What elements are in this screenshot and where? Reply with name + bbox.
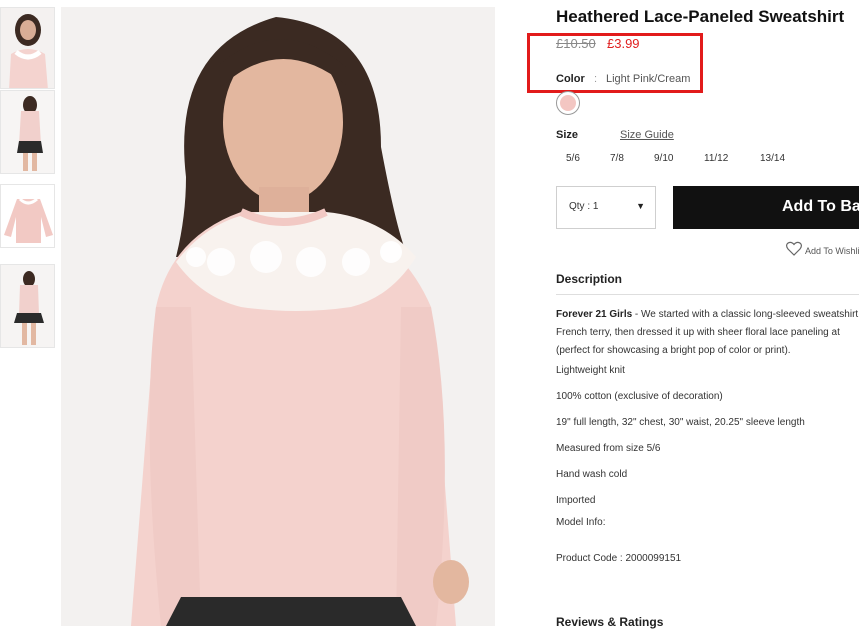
- color-value: Light Pink/Cream: [606, 73, 691, 85]
- thumbnail-side[interactable]: [0, 90, 55, 174]
- product-title: Heathered Lace-Paneled Sweatshirt: [556, 7, 845, 26]
- thumbnail-front-image: [1, 8, 54, 88]
- detail-item: 100% cotton (exclusive of decoration): [556, 391, 723, 402]
- description-text: Forever 21 Girls - We started with a cla…: [556, 306, 859, 360]
- description-brand: Forever 21 Girls: [556, 309, 633, 320]
- size-option-13-14[interactable]: 13/14: [760, 153, 785, 164]
- color-label: Color: [556, 73, 585, 85]
- quantity-value: Qty : 1: [569, 201, 599, 212]
- color-swatch[interactable]: [556, 91, 580, 115]
- size-option-11-12[interactable]: 11/12: [704, 153, 728, 164]
- thumbnail-front[interactable]: [0, 7, 55, 89]
- detail-item: Measured from size 5/6: [556, 443, 661, 454]
- product-code: Product Code : 2000099151: [556, 553, 682, 564]
- color-swatch-fill: [560, 95, 576, 111]
- thumbnail-side-image: [1, 91, 54, 173]
- reviews-heading[interactable]: Reviews & Ratings: [556, 615, 663, 629]
- detail-item: Imported: [556, 495, 596, 506]
- thumbnail-flat[interactable]: [0, 184, 55, 248]
- size-option-9-10[interactable]: 9/10: [654, 153, 673, 164]
- divider: [556, 294, 859, 295]
- heart-outline-icon[interactable]: [786, 241, 802, 256]
- size-label: Size: [556, 129, 579, 141]
- size-option-5-6[interactable]: 5/6: [566, 153, 580, 164]
- thumbnail-back-image: [1, 265, 54, 347]
- description-line-1: - We started with a classic long-sleeved…: [632, 309, 859, 320]
- description-heading: Description: [556, 272, 623, 286]
- caret-down-icon: ▼: [636, 201, 645, 211]
- description-line-2: French terry, then dressed it up with sh…: [556, 327, 840, 338]
- detail-item: 19" full length, 32" chest, 30" waist, 2…: [556, 417, 805, 428]
- color-separator: :: [594, 73, 598, 85]
- add-to-wishlist-link[interactable]: Add To Wishlist: [805, 246, 859, 256]
- quantity-select[interactable]: Qty : 1 ▼: [556, 186, 656, 229]
- description-line-3: (perfect for showcasing a bright pop of …: [556, 345, 791, 356]
- add-to-bag-button[interactable]: Add To Bag: [673, 186, 859, 229]
- size-option-7-8[interactable]: 7/8: [610, 153, 624, 164]
- main-product-image[interactable]: [61, 7, 495, 626]
- product-photo-illustration: [61, 7, 495, 626]
- detail-item: Hand wash cold: [556, 469, 628, 480]
- detail-item: Model Info:: [556, 517, 606, 528]
- size-guide-link[interactable]: Size Guide: [620, 129, 674, 141]
- thumbnail-flat-image: [1, 185, 54, 247]
- detail-item: Lightweight knit: [556, 365, 625, 376]
- thumbnail-back[interactable]: [0, 264, 55, 348]
